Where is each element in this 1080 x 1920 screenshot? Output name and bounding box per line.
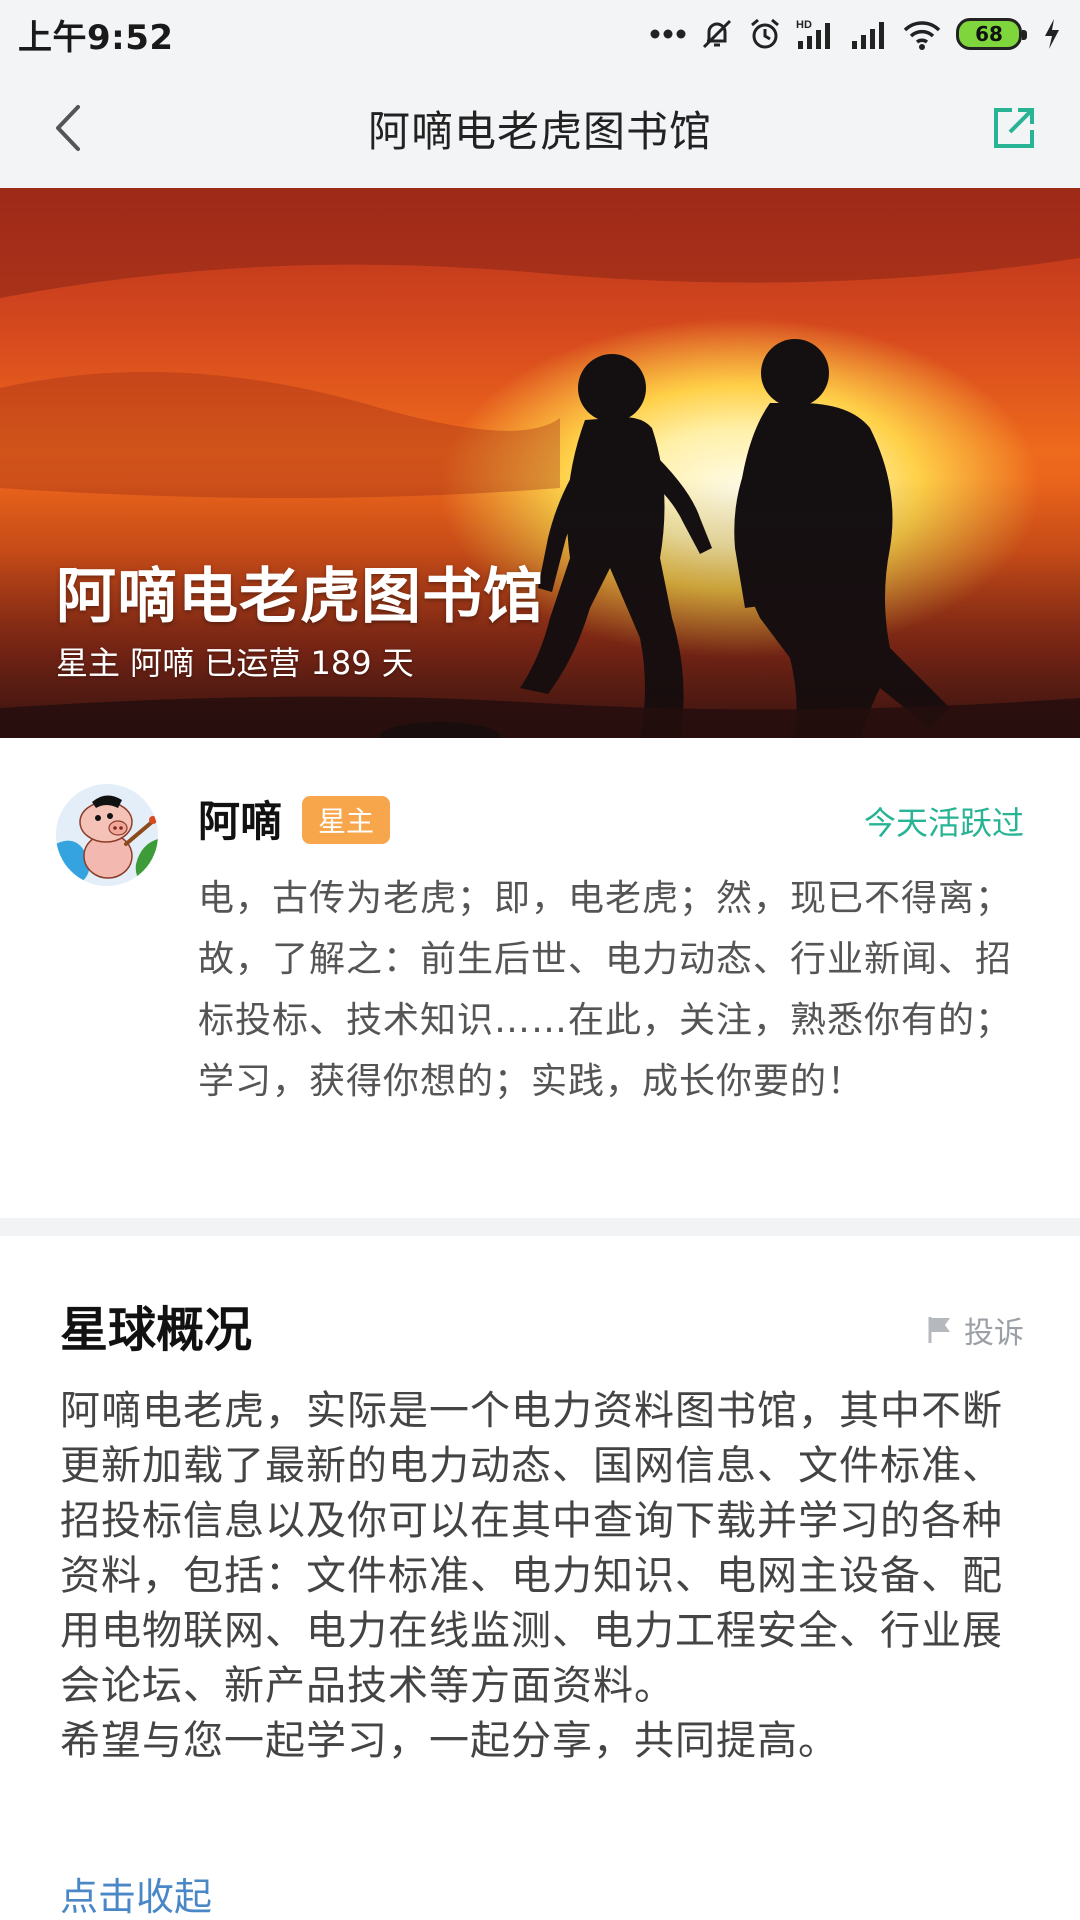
collapse-link[interactable]: 点击收起 — [60, 1866, 212, 1920]
nav-bar: 阿嘀电老虎图书馆 — [0, 68, 1080, 188]
svg-text:HD: HD — [796, 19, 812, 31]
alarm-icon — [748, 17, 782, 51]
status-icons: HD 68 — [650, 17, 1062, 51]
back-button[interactable] — [38, 98, 98, 158]
owner-role-badge: 星主 — [302, 796, 391, 844]
banner-title: 阿嘀电老虎图书馆 — [56, 562, 544, 632]
hd-signal-icon: HD — [796, 17, 836, 51]
status-time: 上午9:52 — [18, 17, 174, 58]
wifi-icon — [902, 17, 942, 51]
share-button[interactable] — [984, 98, 1044, 158]
activity-status: 今天活跃过 — [863, 804, 1024, 842]
overview-text: 阿嘀电老虎，实际是一个电力资料图书馆，其中不断更新加载了最新的电力动态、国网信息… — [60, 1384, 1030, 1769]
overview-paragraph: 阿嘀电老虎，实际是一个电力资料图书馆，其中不断更新加载了最新的电力动态、国网信息… — [60, 1388, 1003, 1709]
screen: 上午9:52 HD 68 阿嘀电老虎图书馆 阿嘀电老虎图书馆 星主 阿嘀 已运营… — [0, 0, 1080, 1920]
chevron-left-icon — [56, 105, 80, 151]
share-external-icon — [994, 108, 1034, 148]
pig-cartoon-avatar-image — [56, 784, 158, 886]
more-dots-icon — [650, 28, 686, 40]
charging-icon — [1042, 17, 1062, 51]
section-divider — [0, 1218, 1080, 1236]
overview-section: 星球概况 投诉 阿嘀电老虎，实际是一个电力资料图书馆，其中不断更新加载了最新的电… — [0, 1236, 1080, 1920]
report-button[interactable]: 投诉 — [926, 1308, 1024, 1352]
signal-icon — [850, 17, 888, 51]
page-title: 阿嘀电老虎图书馆 — [367, 106, 712, 156]
report-label: 投诉 — [964, 1316, 1024, 1351]
owner-name[interactable]: 阿嘀 — [198, 788, 282, 849]
battery-icon: 68 — [956, 18, 1027, 50]
owner-section: 阿嘀 星主 今天活跃过 电，古传为老虎；即，电老虎；然，现已不得离；故，了解之：… — [0, 738, 1080, 1218]
mute-icon — [700, 17, 734, 51]
status-bar: 上午9:52 HD 68 — [0, 0, 1080, 68]
flag-icon — [928, 1317, 950, 1343]
cover-banner: 阿嘀电老虎图书馆 星主 阿嘀 已运营 189 天 — [0, 188, 1080, 738]
overview-paragraph: 希望与您一起学习，一起分享，共同提高。 — [60, 1718, 839, 1764]
avatar[interactable] — [56, 784, 158, 886]
owner-description: 电，古传为老虎；即，电老虎；然，现已不得离；故，了解之：前生后世、电力动态、行业… — [198, 878, 1013, 1102]
overview-title: 星球概况 — [60, 1302, 253, 1358]
banner-subtitle: 星主 阿嘀 已运营 189 天 — [56, 644, 414, 682]
